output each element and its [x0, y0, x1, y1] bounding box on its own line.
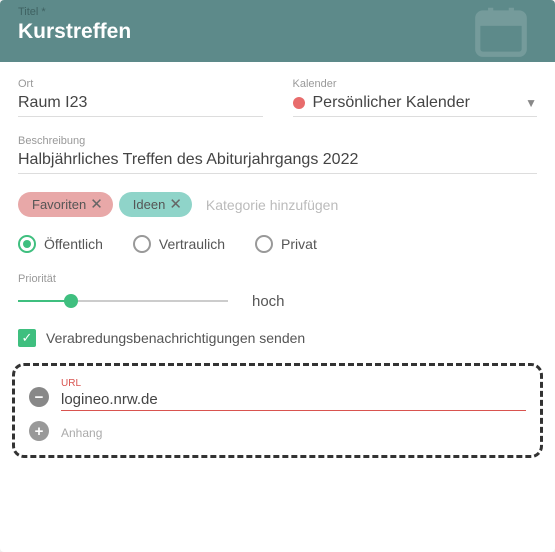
url-field[interactable]: URL [61, 378, 526, 411]
radio-icon[interactable] [255, 235, 273, 253]
radio-icon[interactable] [133, 235, 151, 253]
visibility-radios: Öffentlich Vertraulich Privat [18, 235, 537, 253]
chevron-down-icon[interactable]: ▼ [525, 96, 537, 110]
category-chip[interactable]: Favoriten ✕ [18, 192, 113, 217]
radio-icon[interactable] [18, 235, 36, 253]
add-category-input[interactable]: Kategorie hinzufügen [206, 197, 338, 213]
category-chip[interactable]: Ideen ✕ [119, 192, 192, 217]
dialog-header: Titel * Kurstreffen [0, 0, 555, 62]
url-input[interactable] [61, 391, 526, 411]
description-label: Beschreibung [18, 135, 537, 147]
calendar-field[interactable]: Kalender Persönlicher Kalender ▼ [293, 78, 538, 117]
notify-label: Verabredungsbenachrichtigungen senden [46, 330, 305, 346]
url-label: URL [61, 378, 526, 389]
event-dialog: Titel * Kurstreffen Ort Raum I23 Kalende… [0, 0, 555, 552]
radio-label: Öffentlich [44, 236, 103, 252]
calendar-color-dot [293, 97, 305, 109]
title-field-label: Titel * [18, 6, 537, 18]
visibility-radio[interactable]: Vertraulich [133, 235, 225, 253]
description-value[interactable]: Halbjährliches Treffen des Abiturjahrgan… [18, 151, 537, 174]
close-icon[interactable]: ✕ [90, 197, 103, 212]
chip-label: Favoriten [32, 197, 86, 212]
notify-checkbox-row[interactable]: ✓ Verabredungsbenachrichtigungen senden [18, 329, 537, 347]
slider-fill [18, 300, 71, 302]
description-field[interactable]: Beschreibung Halbjährliches Treffen des … [18, 135, 537, 174]
calendar-value: Persönlicher Kalender [313, 94, 470, 112]
add-attachment-button[interactable]: + [29, 421, 49, 441]
calendar-label: Kalender [293, 78, 538, 90]
location-field[interactable]: Ort Raum I23 [18, 78, 263, 117]
category-chips: Favoriten ✕ Ideen ✕ Kategorie hinzufügen [18, 192, 537, 217]
visibility-radio[interactable]: Öffentlich [18, 235, 103, 253]
priority-label: Priorität [18, 273, 537, 285]
remove-url-button[interactable]: − [29, 387, 49, 407]
checkbox-checked-icon[interactable]: ✓ [18, 329, 36, 347]
priority-section: Priorität hoch [18, 273, 537, 311]
radio-label: Privat [281, 236, 317, 252]
calendar-bg-icon [465, 0, 537, 62]
visibility-radio[interactable]: Privat [255, 235, 317, 253]
close-icon[interactable]: ✕ [169, 197, 182, 212]
slider-handle[interactable] [64, 294, 78, 308]
radio-label: Vertraulich [159, 236, 225, 252]
priority-slider[interactable] [18, 291, 228, 311]
dialog-body: Ort Raum I23 Kalender Persönlicher Kalen… [0, 62, 555, 474]
location-value[interactable]: Raum I23 [18, 94, 263, 117]
chip-label: Ideen [133, 197, 166, 212]
url-attachments-section: − URL + Anhang [12, 363, 543, 458]
attachment-label[interactable]: Anhang [61, 426, 102, 440]
priority-text: hoch [252, 293, 285, 310]
title-field-value[interactable]: Kurstreffen [18, 20, 537, 44]
location-label: Ort [18, 78, 263, 90]
